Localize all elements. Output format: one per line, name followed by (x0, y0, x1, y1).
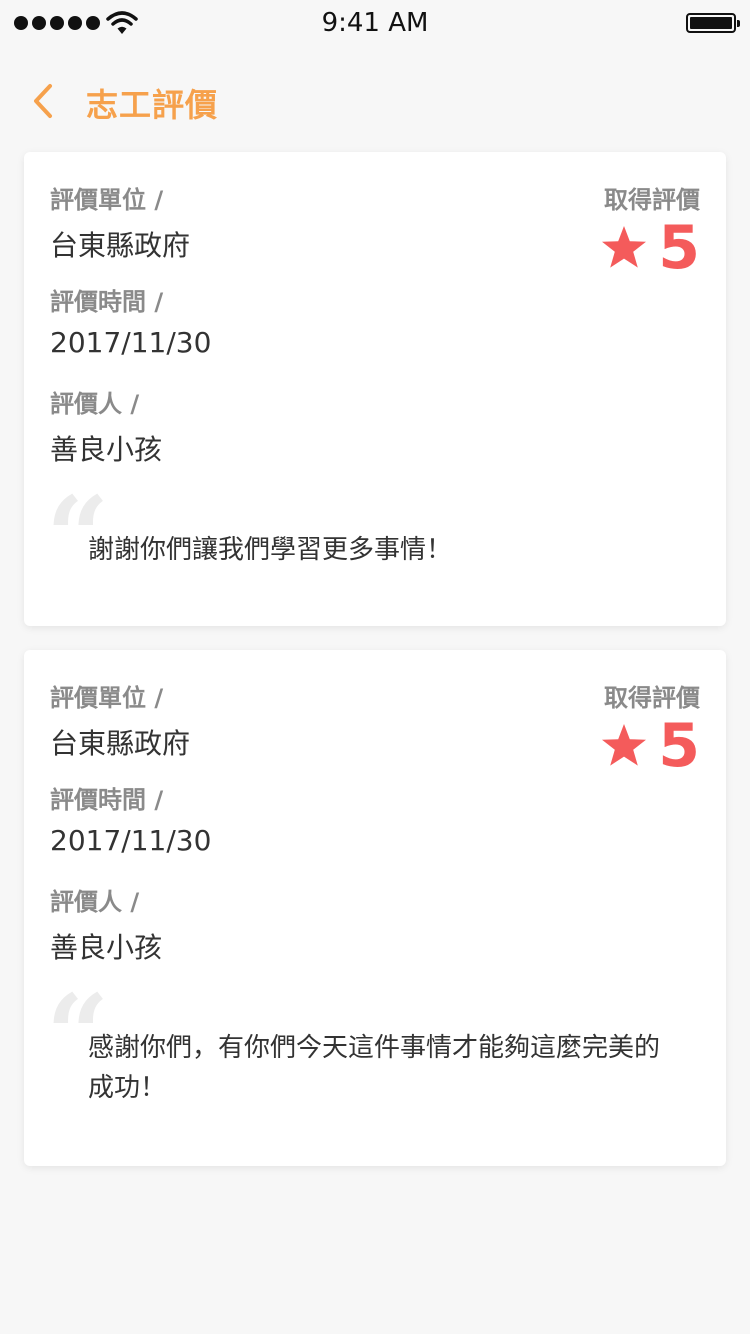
chevron-left-icon[interactable] (28, 80, 60, 122)
unit-value: 台東縣政府 (50, 229, 191, 262)
time-label: 評價時間 / (50, 288, 164, 316)
unit-label: 評價單位 / (50, 684, 164, 712)
unit-value: 台東縣政府 (50, 727, 191, 760)
rating: 5 (600, 714, 700, 778)
reviewer-label: 評價人 / (50, 888, 140, 916)
reviewer-value: 善良小孩 (50, 931, 163, 964)
time-value: 2017/11/30 (50, 326, 212, 359)
review-comment: 謝謝你們讓我們學習更多事情！ (88, 535, 453, 565)
star-icon (602, 724, 647, 766)
nav-header: 志工評價 (0, 76, 750, 126)
time-value: 2017/11/30 (50, 824, 212, 857)
time-label: 評價時間 / (50, 786, 164, 814)
unit-label: 評價單位 / (50, 186, 164, 214)
rating: 5 (600, 216, 700, 280)
battery-icon (686, 13, 740, 33)
rating-label: 取得評價 (604, 186, 700, 214)
reviewer-label: 評價人 / (50, 390, 140, 418)
review-card: 評價單位 / 台東縣政府 評價時間 / 2017/11/30 評價人 / 善良小… (24, 650, 726, 1166)
review-comment: 感謝你們，有你們今天這件事情才能夠這麼完美的成功！ (88, 1033, 661, 1103)
review-card: 評價單位 / 台東縣政府 評價時間 / 2017/11/30 評價人 / 善良小… (24, 152, 726, 626)
status-time: 9:41 AM (321, 8, 429, 38)
status-bar: 9:41 AM (0, 0, 750, 48)
page-title: 志工評價 (86, 86, 219, 124)
reviewer-value: 善良小孩 (50, 433, 163, 466)
rating-value: 5 (658, 213, 700, 283)
rating-value: 5 (658, 711, 700, 781)
rating-label: 取得評價 (604, 684, 700, 712)
star-icon (602, 226, 647, 268)
